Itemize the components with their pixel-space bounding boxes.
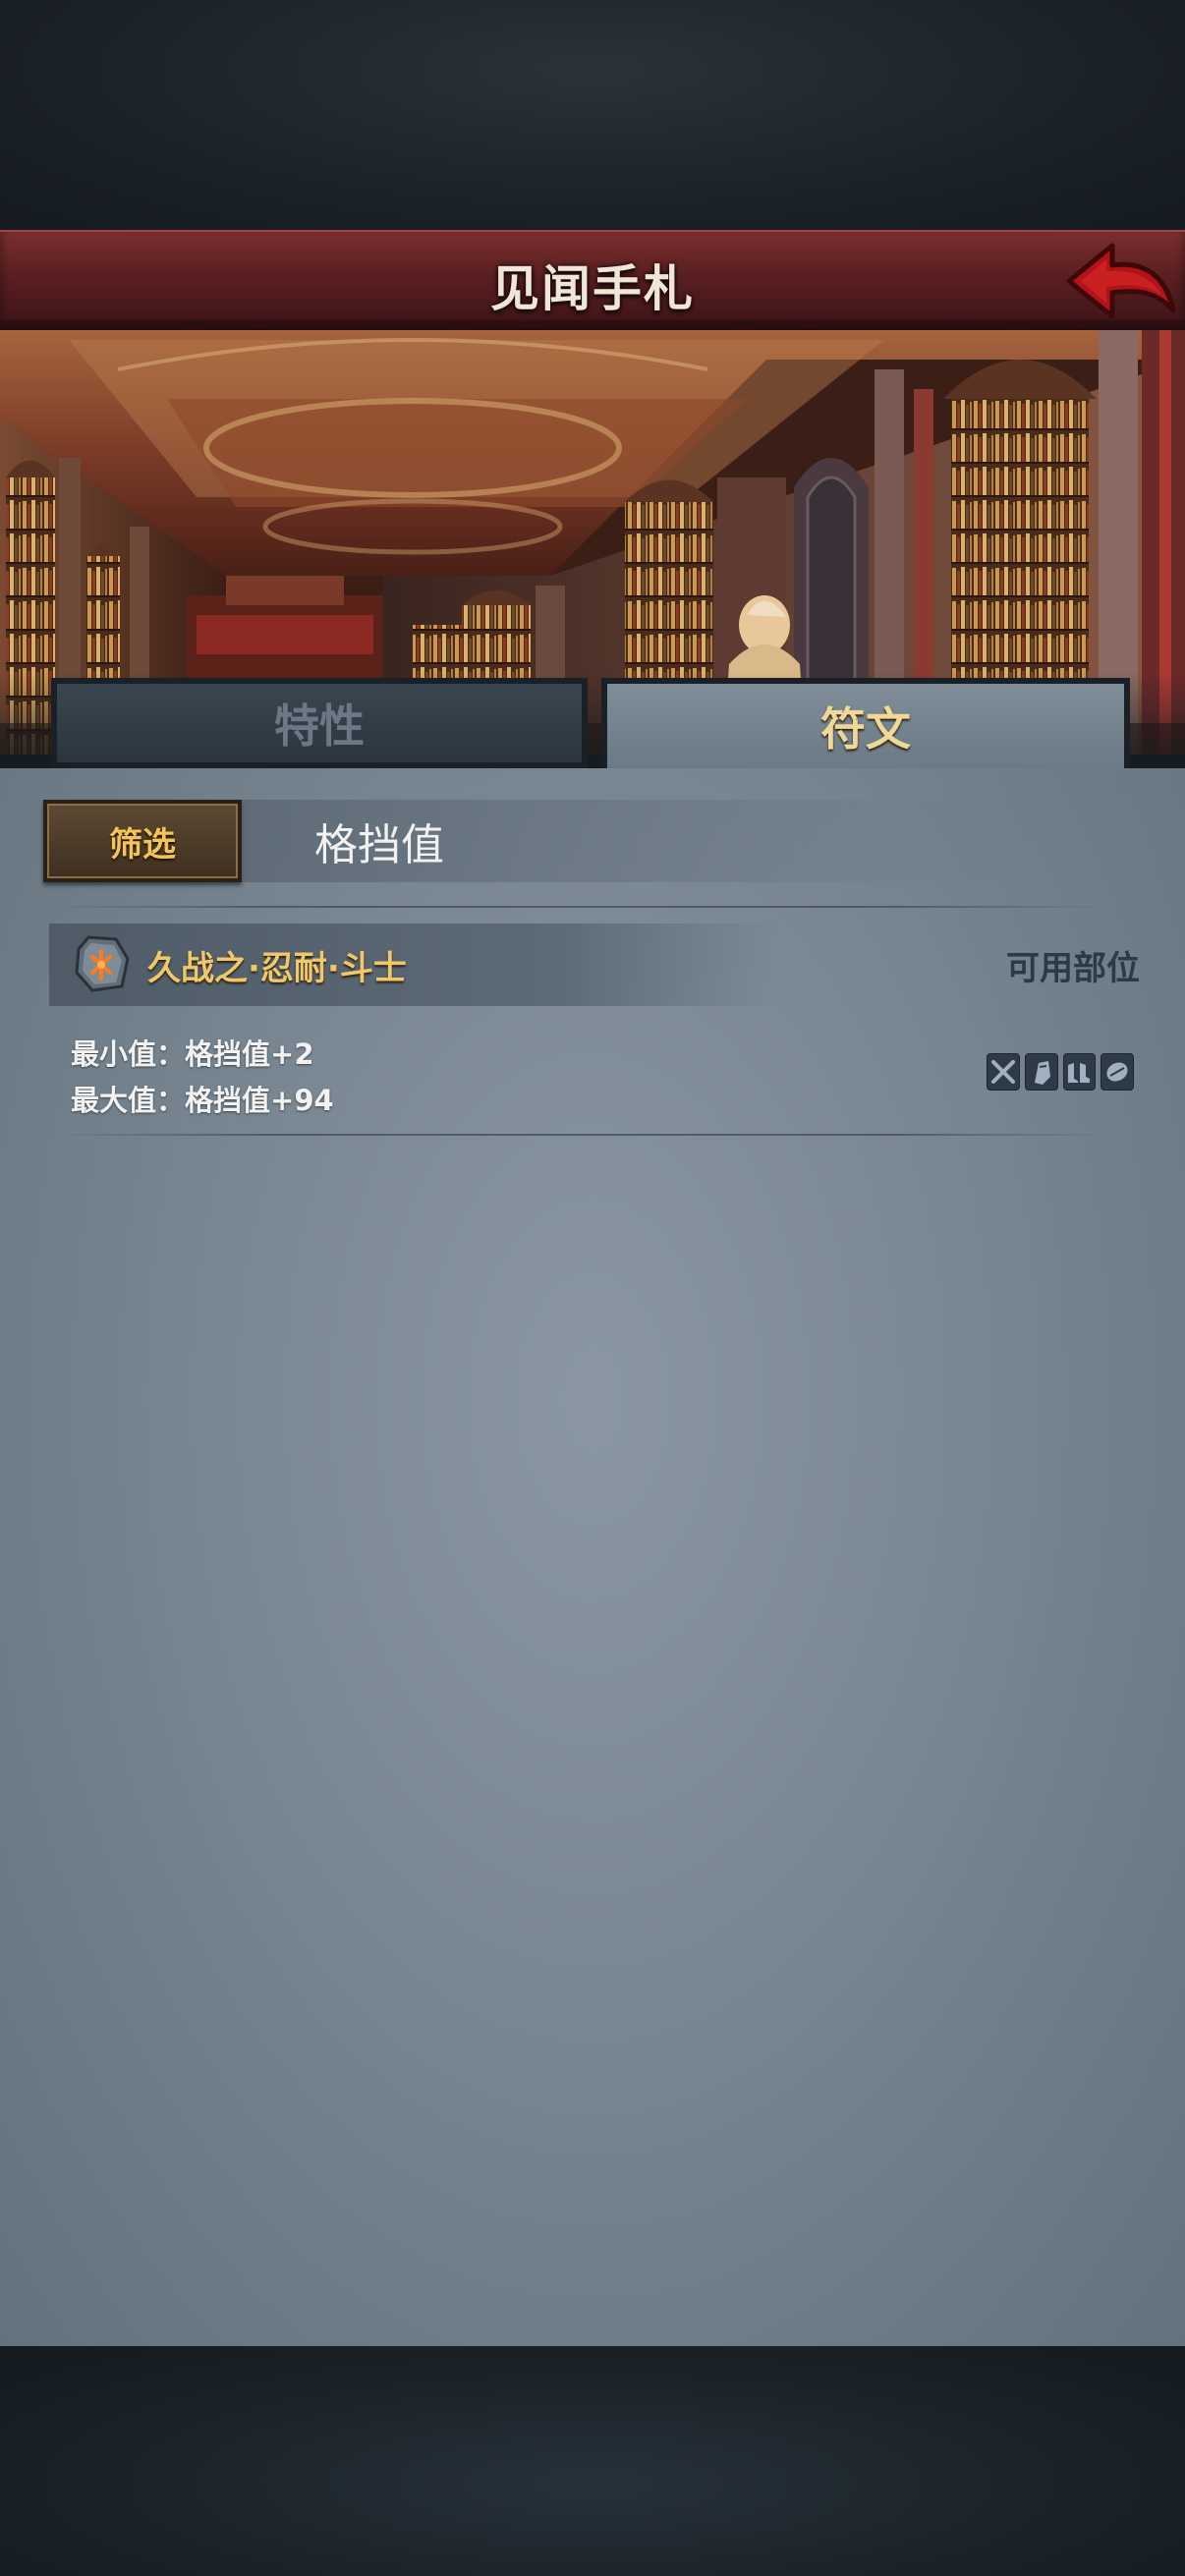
filter-selected-value: 格挡值: [242, 800, 1163, 882]
available-slots-label: 可用部位: [1006, 949, 1140, 988]
rune-name: 久战之·忍耐·斗士: [147, 949, 407, 988]
bottom-backdrop: [0, 2346, 1185, 2576]
boots-slot-icon: [1062, 1053, 1097, 1091]
stat-max-label: 最大值: [71, 1084, 157, 1117]
shield-slot-icon: [1100, 1053, 1134, 1091]
stat-max-value: 格挡值+94: [185, 1084, 334, 1117]
weapon-slot-icon: [987, 1053, 1020, 1091]
stat-min-label: 最小值: [71, 1037, 157, 1071]
tab-runes[interactable]: 符文: [601, 678, 1130, 768]
tab-traits-label: 特性: [274, 700, 365, 753]
rune-stone-icon: [75, 935, 130, 992]
filter-button[interactable]: 筛选: [43, 800, 242, 882]
stat-min-value: 格挡值+2: [185, 1037, 314, 1071]
back-arrow-icon: [1066, 243, 1176, 319]
title-bar: 见闻手札: [0, 230, 1185, 330]
tab-runes-label: 符文: [820, 702, 911, 756]
stat-max-sep: ：: [156, 1084, 186, 1117]
stat-min: 最小值：格挡值+2: [71, 1032, 314, 1073]
slot-icons: [987, 1053, 1134, 1091]
stat-max: 最大值：格挡值+94: [71, 1078, 334, 1119]
filter-value-text: 格挡值: [314, 820, 444, 870]
page-title: 见闻手札: [490, 260, 695, 317]
back-button[interactable]: [1061, 238, 1179, 324]
tab-traits[interactable]: 特性: [51, 678, 588, 768]
filter-button-label: 筛选: [109, 824, 176, 865]
stat-min-sep: ：: [156, 1037, 186, 1071]
top-backdrop: [0, 0, 1185, 230]
rune-entry-header: 久战之·忍耐·斗士 可用部位: [49, 924, 1140, 1006]
filter-row: 筛选 格挡值: [43, 800, 1163, 882]
armor-slot-icon: [1024, 1053, 1058, 1091]
divider: [49, 1134, 1110, 1136]
divider: [49, 906, 1110, 908]
